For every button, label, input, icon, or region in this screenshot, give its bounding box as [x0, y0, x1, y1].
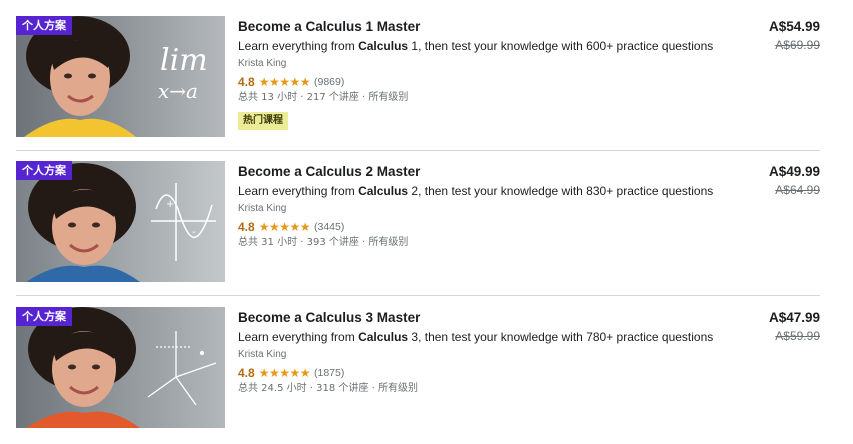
course-meta: 总共 31 小时 · 393 个讲座 · 所有级别 — [238, 237, 409, 248]
headline-text: Learn everything from — [238, 330, 359, 344]
course-title[interactable]: Become a Calculus 3 Master — [238, 309, 708, 326]
star-rating-icon: ★★★★★ — [258, 219, 311, 234]
thumbnail-limit-text: lim — [160, 43, 208, 78]
price-original: A$59.99 — [775, 329, 820, 343]
course-rating: 4.8 ★★★★★ (9869) — [238, 74, 708, 89]
course-info: Become a Calculus 3 Master Learn everyth… — [238, 309, 713, 395]
course-headline: Learn everything from Calculus 1, then t… — [238, 38, 713, 54]
rating-count: (9869) — [313, 75, 345, 88]
course-info: Become a Calculus 1 Master Learn everyth… — [238, 18, 713, 130]
course-meta: 总共 13 小时 · 217 个讲座 · 所有级别 — [238, 92, 409, 103]
thumbnail-limit-subscript: x→a — [158, 79, 198, 103]
divider — [16, 150, 820, 151]
headline-keyword: Calculus — [358, 39, 409, 53]
svg-text:-: - — [192, 227, 196, 238]
course-title[interactable]: Become a Calculus 1 Master — [238, 18, 708, 35]
headline-text: Learn everything from — [238, 184, 359, 198]
course-info: Become a Calculus 2 Master Learn everyth… — [238, 163, 713, 249]
course-instructor: Krista King — [238, 349, 287, 360]
rating-value: 4.8 — [238, 74, 255, 89]
headline-text: 3, then test your knowledge with 780+ pr… — [408, 330, 714, 344]
course-price: A$49.99 A$64.99 — [769, 163, 820, 198]
price-current: A$49.99 — [768, 164, 820, 179]
rating-count: (3445) — [313, 220, 345, 233]
course-card-calculus-2[interactable]: + - 个人方案 Become a Calculus 2 Master Lear… — [16, 161, 820, 282]
headline-text: 2, then test your knowledge with 830+ pr… — [408, 184, 714, 198]
price-current: A$54.99 — [768, 19, 820, 34]
svg-text:+: + — [166, 199, 174, 210]
course-card-calculus-1[interactable]: lim x→a 个人方案 Become a Calculus 1 Master … — [16, 16, 820, 137]
headline-keyword: Calculus — [358, 330, 409, 344]
course-instructor: Krista King — [238, 58, 287, 69]
course-card-calculus-3[interactable]: 个人方案 Become a Calculus 3 Master Learn ev… — [16, 307, 820, 428]
personal-plan-badge: 个人方案 — [16, 307, 72, 326]
course-thumbnail[interactable]: 个人方案 — [16, 307, 225, 428]
course-rating: 4.8 ★★★★★ (3445) — [238, 219, 708, 234]
course-thumbnail[interactable]: + - 个人方案 — [16, 161, 225, 282]
price-original: A$64.99 — [775, 183, 820, 197]
rating-value: 4.8 — [238, 219, 255, 234]
course-rating: 4.8 ★★★★★ (1875) — [238, 365, 708, 380]
headline-keyword: Calculus — [358, 184, 409, 198]
divider — [16, 295, 820, 296]
star-rating-icon: ★★★★★ — [258, 74, 311, 89]
rating-count: (1875) — [313, 366, 345, 379]
course-instructor: Krista King — [238, 203, 287, 214]
bestseller-badge: 热门课程 — [238, 112, 288, 130]
price-current: A$47.99 — [768, 310, 820, 325]
course-meta: 总共 24.5 小时 · 318 个讲座 · 所有级别 — [238, 383, 418, 394]
course-headline: Learn everything from Calculus 3, then t… — [238, 329, 713, 345]
course-price: A$54.99 A$69.99 — [769, 18, 820, 53]
personal-plan-badge: 个人方案 — [16, 161, 72, 180]
star-rating-icon: ★★★★★ — [258, 365, 311, 380]
course-thumbnail[interactable]: lim x→a 个人方案 — [16, 16, 225, 137]
headline-text: Learn everything from — [238, 39, 359, 53]
headline-text: 1, then test your knowledge with 600+ pr… — [408, 39, 714, 53]
course-price: A$47.99 A$59.99 — [769, 309, 820, 344]
personal-plan-badge: 个人方案 — [16, 16, 72, 35]
course-title[interactable]: Become a Calculus 2 Master — [238, 163, 708, 180]
rating-value: 4.8 — [238, 365, 255, 380]
course-headline: Learn everything from Calculus 2, then t… — [238, 183, 713, 199]
price-original: A$69.99 — [775, 38, 820, 52]
